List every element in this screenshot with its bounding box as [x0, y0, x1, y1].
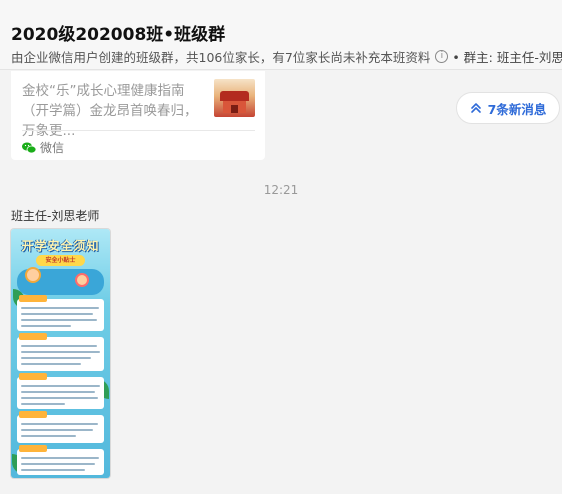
new-messages-label: 7条新消息 — [487, 101, 547, 117]
poster-section — [17, 295, 104, 331]
info-icon[interactable]: i — [435, 50, 449, 63]
new-messages-button[interactable]: 7条新消息 — [456, 92, 560, 124]
chat-header: 2020级202008班•班级群 由企业微信用户创建的班级群，共106位家长，有… — [0, 0, 562, 70]
group-description: 由企业微信用户创建的班级群，共106位家长，有7位家长尚未补充本班资料 — [11, 50, 431, 65]
group-owner: • 群主: 班主任-刘思老师 — [452, 50, 562, 65]
poster-child-graphic — [75, 273, 89, 287]
message-timestamp: 12:21 — [263, 183, 299, 197]
poster-section — [17, 333, 104, 371]
poster-title: 开学安全须知 — [21, 239, 100, 253]
article-thumbnail — [214, 79, 255, 117]
card-divider — [22, 130, 255, 131]
group-title[interactable]: 2020级202008班•班级群 — [11, 20, 225, 45]
poster-child-graphic — [25, 267, 41, 283]
poster-section — [17, 373, 104, 409]
chevron-up-icon — [470, 103, 481, 113]
shared-article-card[interactable]: 金校“乐”成长心理健康指南（开学篇）金龙昂首唤春归，万象更... 微信 — [11, 71, 265, 160]
poster-image-message[interactable]: 开学安全须知 安全小贴士 — [11, 229, 110, 478]
article-source-label: 微信 — [40, 141, 65, 155]
article-source: 微信 — [22, 139, 64, 156]
poster-subtitle: 安全小贴士 — [36, 255, 85, 266]
wechat-icon — [22, 142, 36, 153]
poster-section — [17, 411, 104, 443]
group-subtitle: 由企业微信用户创建的班级群，共106位家长，有7位家长尚未补充本班资料 i • … — [11, 47, 562, 66]
sender-name[interactable]: 班主任-刘思老师 — [11, 207, 99, 224]
poster-section — [17, 445, 104, 475]
article-preview-text: 金校“乐”成长心理健康指南（开学篇）金龙昂首唤春归，万象更... — [22, 83, 198, 139]
